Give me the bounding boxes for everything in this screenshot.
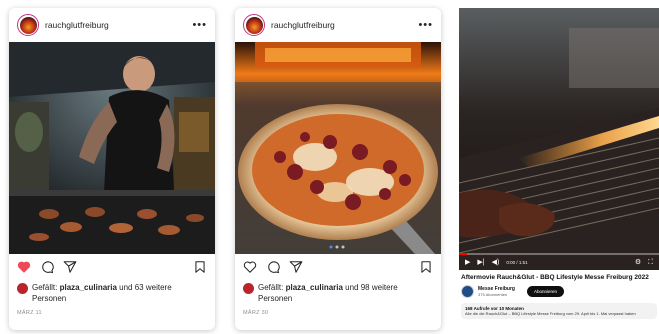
fullscreen-icon[interactable]: ⛶ (648, 259, 653, 266)
description-text: Alle die die Rauch&Glut – BBQ Lifestyle … (465, 311, 636, 316)
screenshot-collage: rauchglutfreiburg ••• Gefällt: plaza_cul… (0, 0, 659, 334)
play-icon[interactable]: ▶ (465, 259, 470, 266)
post-header: rauchglutfreiburg ••• (9, 8, 215, 42)
post-photo-grill-chef[interactable] (9, 42, 215, 254)
post-timestamp: MÄRZ 30 (243, 310, 269, 316)
post-header: rauchglutfreiburg ••• (235, 8, 441, 42)
liker-avatar (243, 283, 254, 294)
channel-avatar[interactable] (461, 285, 474, 298)
settings-gear-icon[interactable]: ⚙ (635, 259, 641, 266)
post-username[interactable]: rauchglutfreiburg (45, 20, 192, 30)
video-time: 0:00 / 1:51 (506, 259, 528, 265)
liker-avatar (17, 283, 28, 294)
heart-icon[interactable] (17, 260, 31, 274)
channel-row: Messe Freiburg 375 Abonnenten Abonnieren (459, 281, 659, 298)
youtube-video-card: ▶ ▶| ◀) 0:00 / 1:51 ⚙ ⛶ Aftermovie Rauch… (459, 8, 659, 326)
video-title[interactable]: Aftermovie Rauch&Glut - BBQ Lifestyle Me… (459, 270, 659, 281)
volume-icon[interactable]: ◀) (492, 259, 500, 266)
post-actions (9, 254, 215, 280)
likes-text: Gefällt: plaza_culinaria und 98 weitere … (258, 283, 398, 303)
liker-username[interactable]: plaza_culinaria (60, 283, 117, 292)
video-player[interactable]: ▶ ▶| ◀) 0:00 / 1:51 ⚙ ⛶ (459, 8, 659, 270)
subscribe-button[interactable]: Abonnieren (526, 286, 564, 297)
next-icon[interactable]: ▶| (477, 259, 484, 266)
paper-plane-icon[interactable] (63, 260, 77, 274)
instagram-post-2: rauchglutfreiburg ••• Gefällt: plaza_cul… (235, 8, 441, 330)
likes-summary: Gefällt: plaza_culinaria und 63 weitere … (9, 280, 215, 304)
comment-icon[interactable] (266, 260, 280, 274)
video-controls: ▶ ▶| ◀) 0:00 / 1:51 ⚙ ⛶ (459, 256, 659, 268)
profile-avatar[interactable] (243, 14, 265, 36)
instagram-post-1: rauchglutfreiburg ••• Gefällt: plaza_cul… (9, 8, 215, 330)
profile-avatar[interactable] (17, 14, 39, 36)
bookmark-icon[interactable] (193, 260, 207, 274)
more-options-icon[interactable]: ••• (418, 19, 433, 31)
post-actions (235, 254, 441, 280)
heart-icon[interactable] (243, 260, 257, 274)
post-photo-pizza[interactable] (235, 42, 441, 254)
comment-icon[interactable] (40, 260, 54, 274)
paper-plane-icon[interactable] (289, 260, 303, 274)
bookmark-icon[interactable] (419, 260, 433, 274)
more-options-icon[interactable]: ••• (192, 19, 207, 31)
post-timestamp: MÄRZ 11 (17, 310, 42, 316)
likes-summary: Gefällt: plaza_culinaria und 98 weitere … (235, 280, 441, 304)
video-description[interactable]: 168 Aufrufe vor 10 Monaten Alle die die … (461, 303, 657, 319)
liker-username[interactable]: plaza_culinaria (286, 283, 343, 292)
post-username[interactable]: rauchglutfreiburg (271, 20, 418, 30)
video-progress-bar[interactable] (459, 253, 659, 255)
subscriber-count: 375 Abonnenten (478, 292, 508, 297)
likes-text: Gefällt: plaza_culinaria und 63 weitere … (32, 283, 172, 303)
video-frame-grill (459, 8, 659, 270)
